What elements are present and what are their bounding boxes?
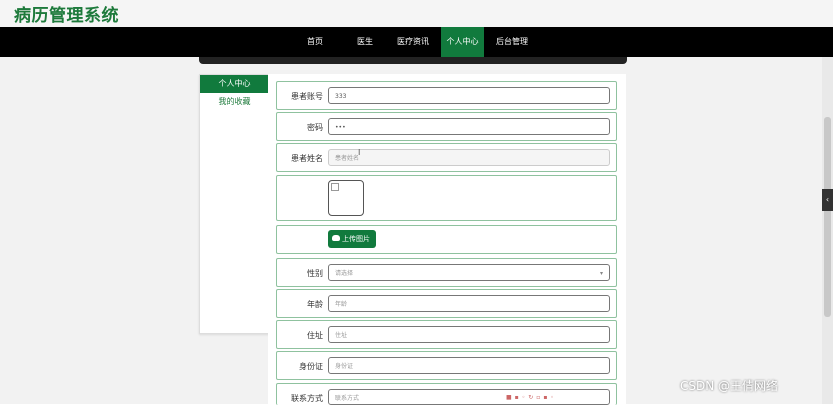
nav-personal-center[interactable]: 个人中心 (441, 27, 484, 57)
gender-label: 性别 (307, 269, 323, 278)
form-row-gender: 性别 请选择 ▾ (276, 258, 617, 287)
app-title: 病历管理系统 (14, 6, 119, 26)
broken-image-icon (331, 183, 339, 191)
text-cursor-icon: I (358, 148, 361, 157)
id-card-label: 身份证 (299, 362, 323, 371)
avatar-image[interactable] (328, 180, 364, 216)
sidebar: 个人中心 我的收藏 (199, 74, 270, 334)
form-row-name: 患者姓名 患者姓名 (276, 143, 617, 172)
nav-doctors[interactable]: 医生 (348, 27, 382, 57)
password-label: 密码 (307, 123, 323, 132)
password-input[interactable]: ••• (328, 118, 610, 135)
address-input[interactable]: 住址 (328, 326, 610, 343)
form-row-address: 住址 住址 (276, 320, 617, 349)
nav-admin[interactable]: 后台管理 (490, 27, 534, 57)
form-row-password: 密码 ••• (276, 112, 617, 141)
scrollbar-thumb[interactable] (824, 117, 831, 317)
name-label: 患者姓名 (291, 154, 323, 163)
upload-image-button[interactable]: 上传图片 (328, 230, 376, 248)
upload-button-label: 上传图片 (342, 235, 370, 243)
chevron-left-icon[interactable]: ‹ (822, 189, 833, 211)
form-row-upload: 上传图片 (276, 225, 617, 254)
contact-label: 联系方式 (291, 394, 323, 403)
id-card-input[interactable]: 身份证 (328, 357, 610, 374)
sidebar-item-personal-center[interactable]: 个人中心 (200, 75, 269, 93)
nav-underline (199, 57, 627, 64)
profile-form: 患者账号 333 密码 ••• 患者姓名 患者姓名 上传图片 性别 请选择 ▾ … (268, 74, 626, 405)
address-label: 住址 (307, 331, 323, 340)
gender-select-value: 请选择 (335, 270, 354, 277)
account-input[interactable]: 333 (328, 87, 610, 104)
account-label: 患者账号 (291, 92, 323, 101)
nav-medical-news[interactable]: 医疗资讯 (392, 27, 434, 57)
screen-toolbar-icons: ■▪◦↻▫▪◦ (506, 394, 557, 401)
form-row-age: 年龄 年龄 (276, 289, 617, 318)
cloud-upload-icon (332, 235, 340, 241)
top-nav: 首页 医生 医疗资讯 个人中心 后台管理 (0, 27, 833, 57)
name-input[interactable]: 患者姓名 (328, 149, 610, 166)
form-row-account: 患者账号 333 (276, 81, 617, 110)
age-label: 年龄 (307, 300, 323, 309)
gender-select[interactable]: 请选择 ▾ (328, 264, 610, 281)
watermark: CSDN @王倩网络 (680, 379, 779, 393)
header: 病历管理系统 (0, 0, 833, 27)
age-input[interactable]: 年龄 (328, 295, 610, 312)
form-row-id-card: 身份证 身份证 (276, 351, 617, 380)
chevron-down-icon: ▾ (599, 270, 603, 277)
sidebar-item-favorites[interactable]: 我的收藏 (200, 93, 269, 111)
nav-home[interactable]: 首页 (298, 27, 332, 57)
form-row-avatar (276, 175, 617, 221)
